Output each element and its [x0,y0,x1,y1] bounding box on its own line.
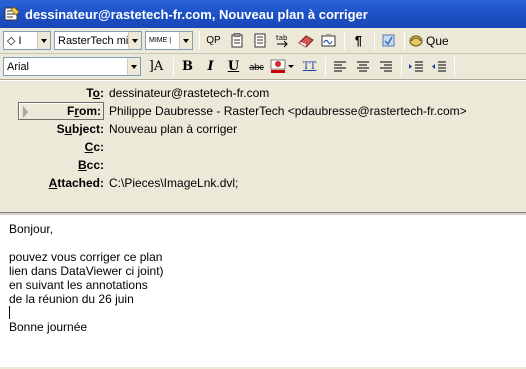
from-row: From: Philippe Daubresse - RasterTech <p… [0,102,526,120]
underline-button[interactable]: U [223,56,244,77]
subject-field[interactable]: Nouveau plan à corriger [109,122,237,136]
font-select-value: Arial [7,60,30,73]
title-bar: dessinateur@rastetech-fr.com, Nouveau pl… [0,0,526,28]
from-button[interactable]: From: [18,102,104,120]
body-line: lien dans DataViewer ci joint) [9,264,164,278]
toolbar-separator [454,57,455,76]
stationery-select[interactable]: RasterTech mi [54,31,142,50]
italic-icon: I [207,59,214,74]
keep-copies-button[interactable] [295,30,316,51]
outdent-icon [431,61,446,72]
body-line: en suivant les annotations [9,278,148,292]
from-label: From: [66,104,101,118]
mime-select[interactable]: MIME | [145,31,193,50]
pilcrow-icon: ¶ [354,33,363,48]
bcc-row: Bcc: [0,156,526,174]
queue-label: Que [426,33,449,48]
tabs-in-body-button[interactable]: tab [272,30,293,51]
outdent-button[interactable] [428,56,449,77]
message-body[interactable]: Bonjour, pouvez vous corriger ce plan li… [0,215,526,369]
indent-button[interactable] [405,56,426,77]
to-field[interactable]: dessinateur@rastetech-fr.com [109,86,269,100]
quoted-printable-label: QP [206,35,221,46]
chevron-down-icon [179,32,192,49]
text-caret [9,306,10,319]
bold-icon: B [182,59,193,74]
align-right-button[interactable] [375,56,396,77]
tab-icon: tab [275,33,291,48]
queue-icon [408,33,424,48]
clipboard-icon [230,33,244,48]
formatting-toolbar: Arial ]A B I U abc TT [0,54,526,80]
return-receipt-button[interactable] [378,30,399,51]
eraser-icon [297,34,315,48]
chevron-down-icon [128,32,141,49]
indent-icon [408,61,423,72]
cc-row: Cc: [0,138,526,156]
signature-icon [321,33,336,48]
to-label: To: [86,86,104,100]
teletype-button[interactable]: TT [299,56,320,77]
body-line: de la réunion du 26 juin [9,292,134,306]
teletype-icon: TT [302,61,317,72]
font-select[interactable]: Arial [3,57,141,76]
italic-button[interactable]: I [200,56,221,77]
strikethrough-button[interactable]: abc [246,56,267,77]
text-color-button[interactable] [269,56,297,77]
from-field[interactable]: Philippe Daubresse - RasterTech <pdaubre… [109,104,467,118]
align-left-button[interactable] [329,56,350,77]
subject-label: Subject: [56,122,104,136]
identity-select[interactable]: ◇ I [3,31,51,50]
attached-label: Attached: [48,176,104,190]
toolbar-separator [199,31,200,50]
to-row: To: dessinateur@rastetech-fr.com [0,84,526,102]
subject-row: Subject: Nouveau plan à corriger [0,120,526,138]
strikethrough-icon: abc [249,61,264,72]
align-left-icon [333,61,346,72]
text-as-attachment-button[interactable] [226,30,247,51]
mime-select-value: MIME | [149,37,172,44]
attached-field[interactable]: C:\Pieces\ImageLnk.dvl; [109,176,238,190]
toolbar-separator [374,31,375,50]
queue-button[interactable]: Que [408,30,449,51]
body-line [9,236,526,250]
align-center-icon [356,61,369,72]
stationery-select-value: RasterTech mi [58,34,128,47]
chevron-down-icon [127,58,140,75]
bold-button[interactable]: B [177,56,198,77]
message-header: To: dessinateur@rastetech-fr.com From: P… [0,81,526,212]
compose-toolbar: ◇ I RasterTech mi MIME | QP tab ¶ Que [0,28,526,54]
attached-row: Attached: C:\Pieces\ImageLnk.dvl; [0,174,526,192]
body-line: Bonjour, [9,222,54,236]
toolbar-separator [404,31,405,50]
show-formatting-button[interactable]: ¶ [348,30,369,51]
underline-icon: U [227,59,240,74]
document-icon [253,33,267,48]
window-title: dessinateur@rastetech-fr.com, Nouveau pl… [25,6,368,22]
cc-label: Cc: [84,140,104,154]
compose-window-icon [4,6,20,22]
triangle-icon [23,106,28,118]
align-right-icon [379,61,392,72]
body-line: Bonne journée [9,320,88,334]
font-size-icon: ]A [148,59,164,74]
identity-select-value: ◇ I [7,35,22,47]
body-line: pouvez vous corriger ce plan [9,250,163,264]
svg-text:tab: tab [276,34,288,42]
chevron-down-icon [37,32,50,49]
signature-button[interactable] [318,30,339,51]
toolbar-separator [325,57,326,76]
receipt-icon [381,33,396,48]
toolbar-separator [344,31,345,50]
body-line-cursor [9,306,526,320]
font-size-button[interactable]: ]A [144,56,168,77]
quoted-printable-button[interactable]: QP [203,30,224,51]
bcc-label: Bcc: [77,158,104,172]
toolbar-separator [173,57,174,76]
text-color-icon [270,59,296,74]
toolbar-separator [401,57,402,76]
align-center-button[interactable] [352,56,373,77]
word-wrap-button[interactable] [249,30,270,51]
